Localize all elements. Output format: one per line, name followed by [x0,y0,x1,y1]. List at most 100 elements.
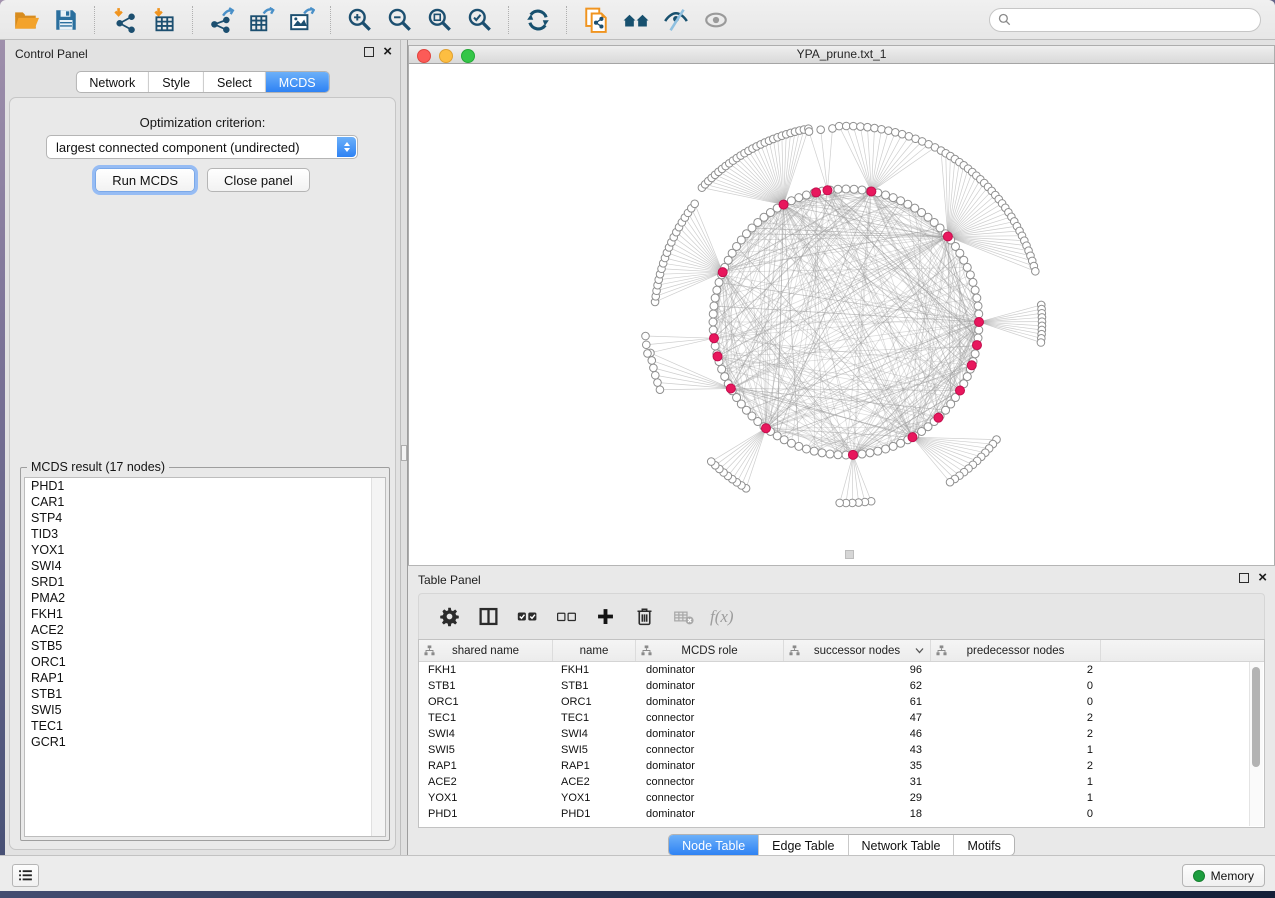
result-node-item[interactable]: STB1 [25,686,385,702]
table-panel-header: Table Panel × [408,566,1275,592]
open-button[interactable] [9,4,43,36]
close-window-icon[interactable] [417,49,431,63]
result-node-item[interactable]: ACE2 [25,622,385,638]
table-row-SWI5[interactable]: SWI5SWI5connector431 [419,742,1264,758]
horizontal-splitter-grip[interactable] [845,550,854,559]
zoom-in-button[interactable] [343,4,377,36]
first-neighbors-button[interactable] [619,4,653,36]
hide-selected-button[interactable] [659,4,693,36]
vertical-splitter[interactable] [400,40,408,855]
tab-node-table[interactable]: Node Table [669,835,758,855]
close-panel-icon[interactable]: × [1258,573,1267,583]
table-row-ORC1[interactable]: ORC1ORC1dominator610 [419,694,1264,710]
maximize-window-icon[interactable] [461,49,475,63]
cell: connector [636,710,784,726]
result-node-item[interactable]: RAP1 [25,670,385,686]
float-panel-icon[interactable] [1239,573,1249,583]
zoom-fit-button[interactable] [423,4,457,36]
result-node-item[interactable]: CAR1 [25,494,385,510]
result-node-item[interactable]: TID3 [25,526,385,542]
network-view[interactable] [408,64,1275,565]
import-table-button[interactable] [147,4,181,36]
column-header-MCDS-role[interactable]: MCDS role [636,640,784,661]
select-all-icon [517,606,538,627]
result-node-item[interactable]: PMA2 [25,590,385,606]
table-row-ACE2[interactable]: ACE2ACE2connector311 [419,774,1264,790]
result-node-item[interactable]: ORC1 [25,654,385,670]
splitter-grip[interactable] [401,445,407,461]
save-button[interactable] [49,4,83,36]
tab-mcds[interactable]: MCDS [265,72,329,92]
export-network-button[interactable] [205,4,239,36]
mcds-result-list[interactable]: PHD1CAR1STP4TID3YOX1SWI4SRD1PMA2FKH1ACE2… [24,477,386,837]
table-scrollbar[interactable] [1249,662,1263,826]
node-table[interactable]: shared namenameMCDS rolesuccessor nodesp… [418,639,1265,828]
cell: 2 [931,710,1101,726]
minimize-window-icon[interactable] [439,49,453,63]
run-mcds-button[interactable]: Run MCDS [95,168,195,192]
close-panel-icon[interactable]: × [383,47,392,57]
result-node-item[interactable]: GCR1 [25,734,385,750]
tab-edge-table[interactable]: Edge Table [758,835,847,855]
table-row-PHD1[interactable]: PHD1PHD1dominator180 [419,806,1264,822]
criterion-dropdown[interactable]: largest connected component (undirected) [46,135,358,159]
column-header-predecessor-nodes[interactable]: predecessor nodes [931,640,1101,661]
zoom-selected-button[interactable] [463,4,497,36]
delete-column-button[interactable] [628,601,660,633]
table-row-SWI4[interactable]: SWI4SWI4dominator462 [419,726,1264,742]
cell: dominator [636,758,784,774]
clone-network-button[interactable] [579,4,613,36]
column-header-shared-name[interactable]: shared name [419,640,553,661]
result-node-item[interactable]: SWI4 [25,558,385,574]
import-network-button[interactable] [107,4,141,36]
tab-motifs[interactable]: Motifs [953,835,1013,855]
refresh-button[interactable] [521,4,555,36]
cell: SWI5 [553,742,636,758]
result-node-item[interactable]: SWI5 [25,702,385,718]
cell: 0 [931,806,1101,822]
memory-button[interactable]: Memory [1182,864,1265,887]
result-node-item[interactable]: STP4 [25,510,385,526]
result-node-item[interactable]: SRD1 [25,574,385,590]
tab-network-table[interactable]: Network Table [848,835,954,855]
show-column-button[interactable] [472,601,504,633]
table-row-YOX1[interactable]: YOX1YOX1connector291 [419,790,1264,806]
deselect-all-button[interactable] [550,601,582,633]
cell: 96 [784,662,931,678]
column-header-name[interactable]: name [553,640,636,661]
zoom-out-button[interactable] [383,4,417,36]
result-node-item[interactable]: TEC1 [25,718,385,734]
result-node-item[interactable]: FKH1 [25,606,385,622]
app-window: Control Panel × NetworkStyleSelectMCDS O… [0,0,1275,898]
result-node-item[interactable]: PHD1 [25,478,385,494]
column-type-icon [936,645,947,656]
show-panels-button[interactable] [12,864,39,887]
tab-select[interactable]: Select [203,72,265,92]
result-list-scrollbar[interactable] [371,478,385,836]
tab-network[interactable]: Network [76,72,148,92]
main-toolbar [0,0,1275,40]
table-row-STB1[interactable]: STB1STB1dominator620 [419,678,1264,694]
table-row-RAP1[interactable]: RAP1RAP1dominator352 [419,758,1264,774]
toolbar-separator [192,6,194,34]
search-field[interactable] [989,8,1261,32]
export-table-button[interactable] [245,4,279,36]
add-column-button[interactable] [589,601,621,633]
table-row-TEC1[interactable]: TEC1TEC1connector472 [419,710,1264,726]
dropdown-stepper-icon [337,137,356,157]
select-all-button[interactable] [511,601,543,633]
cell: SWI4 [553,726,636,742]
close-panel-button[interactable]: Close panel [207,168,310,192]
result-node-item[interactable]: STB5 [25,638,385,654]
table-row-FKH1[interactable]: FKH1FKH1dominator962 [419,662,1264,678]
export-image-button[interactable] [285,4,319,36]
table-settings-button[interactable] [433,601,465,633]
column-header-successor-nodes[interactable]: successor nodes [784,640,931,661]
result-node-item[interactable]: YOX1 [25,542,385,558]
tab-style[interactable]: Style [148,72,203,92]
network-graph[interactable] [409,64,1274,565]
search-icon [998,13,1011,26]
search-input[interactable] [1016,12,1252,28]
table-scrollbar-thumb[interactable] [1252,667,1260,767]
float-panel-icon[interactable] [364,47,374,57]
